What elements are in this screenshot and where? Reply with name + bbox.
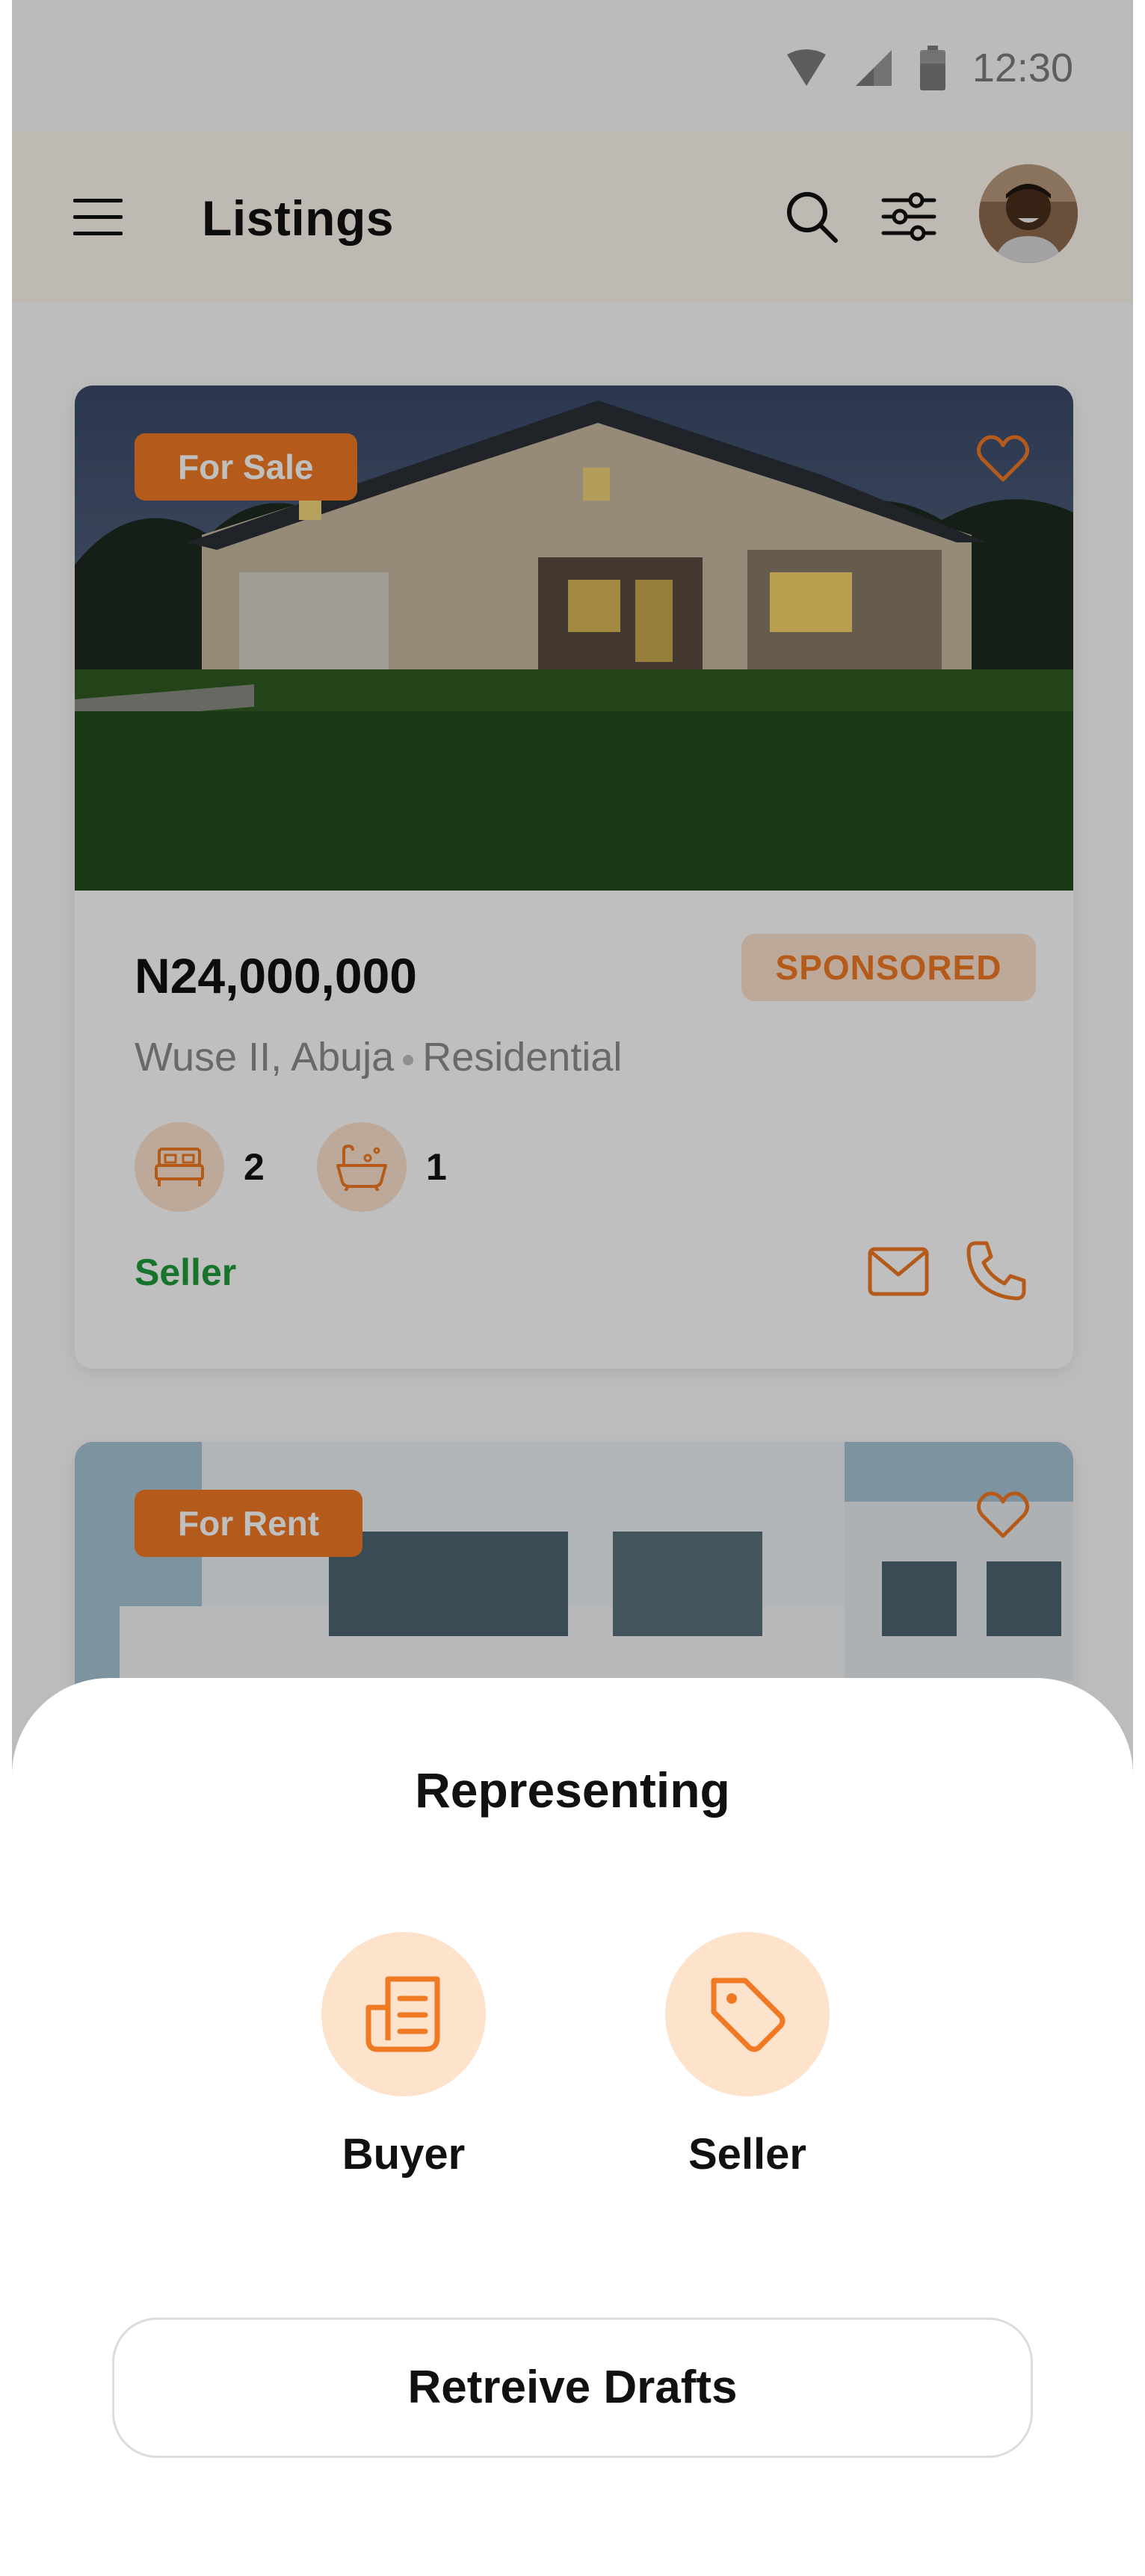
retrieve-drafts-button[interactable]: Retreive Drafts <box>112 2318 1033 2458</box>
tag-icon <box>665 1932 830 2096</box>
representing-bottom-sheet: Representing Buyer Seller Retreive Draft… <box>12 1678 1133 2564</box>
seller-option[interactable]: Seller <box>658 1932 837 2179</box>
phone-screen: 12:30 Listings For Sale N24,000,000 SPON… <box>12 0 1133 2564</box>
document-icon <box>321 1932 486 2096</box>
seller-option-label: Seller <box>688 2130 806 2179</box>
buyer-option-label: Buyer <box>342 2130 466 2179</box>
sheet-title: Representing <box>415 1762 730 1818</box>
buyer-option[interactable]: Buyer <box>314 1932 493 2179</box>
